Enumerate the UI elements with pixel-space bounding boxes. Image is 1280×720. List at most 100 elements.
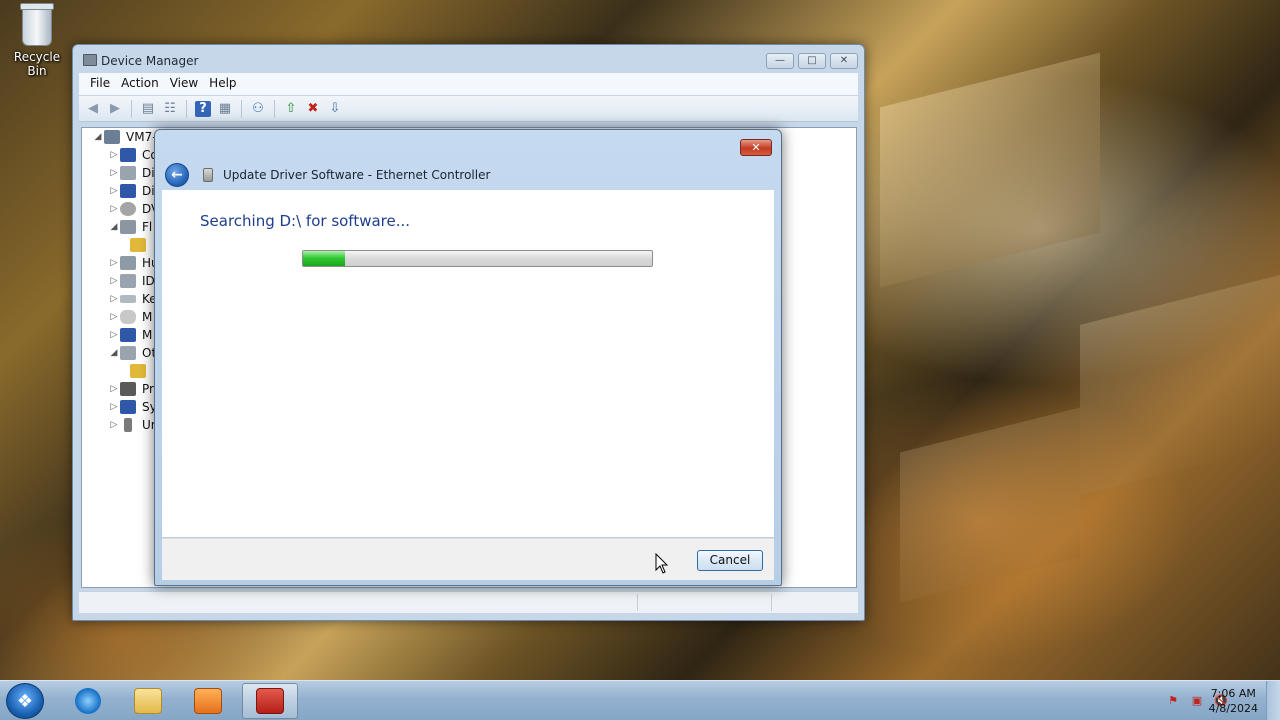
wallpaper-panel bbox=[900, 407, 1080, 603]
tree-item[interactable]: ◢ Fl bbox=[108, 218, 152, 236]
start-button[interactable]: ❖ bbox=[6, 683, 44, 719]
close-button[interactable]: ✕ bbox=[830, 53, 858, 69]
tree-item[interactable] bbox=[130, 362, 152, 380]
tree-item[interactable]: ▷ M bbox=[108, 326, 152, 344]
clock[interactable]: 7:06 AM 4/8/2024 bbox=[1209, 686, 1258, 716]
device-manager-toolbox-icon bbox=[256, 688, 284, 714]
taskbar-file-explorer[interactable] bbox=[120, 683, 176, 719]
hid-icon bbox=[120, 256, 136, 270]
expand-arrow-icon[interactable]: ▷ bbox=[108, 186, 120, 196]
disk-drive-icon bbox=[120, 166, 136, 180]
wallpaper-panel bbox=[880, 52, 1100, 288]
status-bar bbox=[79, 591, 858, 613]
expand-arrow-icon[interactable]: ▷ bbox=[108, 384, 120, 394]
tree-item[interactable]: ▷ Pr bbox=[108, 380, 154, 398]
display-adapter-icon bbox=[120, 184, 136, 198]
back-arrow-icon[interactable]: ◀ bbox=[85, 101, 101, 117]
computer-icon bbox=[120, 148, 136, 162]
menu-view[interactable]: View bbox=[167, 73, 206, 95]
update-driver-dialog: ✕ ← Update Driver Software - Ethernet Co… bbox=[154, 129, 782, 586]
dialog-close-button[interactable]: ✕ bbox=[740, 139, 772, 156]
disable-device-icon[interactable]: ⇩ bbox=[327, 101, 343, 117]
tree-item[interactable]: ▷ Hu bbox=[108, 254, 159, 272]
toolbar: ◀ ▶ ▤ ☷ ? ▦ ⚇ ⇧ ✖ ⇩ bbox=[79, 96, 858, 122]
expand-arrow-icon[interactable]: ▷ bbox=[108, 276, 120, 286]
tree-item-label: ID bbox=[142, 274, 155, 288]
menu-help[interactable]: Help bbox=[206, 73, 244, 95]
menu-file[interactable]: File bbox=[87, 73, 118, 95]
ide-controller-icon bbox=[120, 274, 136, 288]
clock-time: 7:06 AM bbox=[1210, 687, 1256, 700]
action-center-flag-icon[interactable]: ⚑ bbox=[1166, 694, 1180, 708]
forward-arrow-icon[interactable]: ▶ bbox=[107, 101, 123, 117]
minimize-button[interactable]: — bbox=[766, 53, 794, 69]
tree-item[interactable]: ▷ Ke bbox=[108, 290, 157, 308]
uninstall-icon[interactable]: ✖ bbox=[305, 101, 321, 117]
tree-item[interactable]: ▷ M bbox=[108, 308, 152, 326]
system-devices-icon bbox=[120, 400, 136, 414]
show-hide-tree-icon[interactable]: ▤ bbox=[140, 101, 156, 117]
collapse-arrow-icon[interactable]: ◢ bbox=[92, 132, 104, 142]
tree-item[interactable]: ▷ Sy bbox=[108, 398, 157, 416]
tree-item[interactable]: ▷ Co bbox=[108, 146, 158, 164]
expand-arrow-icon[interactable]: ▷ bbox=[108, 294, 120, 304]
tree-item-label: Pr bbox=[142, 382, 154, 396]
warning-device-icon bbox=[130, 364, 146, 378]
windows-logo-icon: ❖ bbox=[16, 690, 34, 712]
dialog-title: Update Driver Software - Ethernet Contro… bbox=[223, 168, 491, 182]
network-disconnected-icon[interactable]: ▣ bbox=[1190, 694, 1204, 708]
usb-icon bbox=[124, 418, 132, 432]
expand-arrow-icon[interactable]: ▷ bbox=[108, 258, 120, 268]
tree-item[interactable]: ▷ DV bbox=[108, 200, 159, 218]
searching-heading: Searching D:\ for software... bbox=[200, 212, 411, 230]
cancel-button[interactable]: Cancel bbox=[697, 550, 763, 571]
tree-item-label: Fl bbox=[142, 220, 153, 234]
view-icon[interactable]: ▦ bbox=[217, 101, 233, 117]
dialog-header: ← Update Driver Software - Ethernet Cont… bbox=[162, 160, 774, 190]
wallpaper-panel bbox=[1080, 275, 1280, 495]
recycle-bin-label: Recycle Bin bbox=[13, 50, 61, 78]
tree-item-label: Di bbox=[142, 184, 155, 198]
warning-device-icon bbox=[130, 238, 146, 252]
dialog-body: Searching D:\ for software... bbox=[162, 190, 774, 537]
floppy-controller-icon bbox=[120, 220, 136, 234]
tree-root[interactable]: ◢ VM7- bbox=[92, 128, 157, 146]
dvd-drive-icon bbox=[120, 202, 136, 216]
expand-arrow-icon[interactable]: ▷ bbox=[108, 402, 120, 412]
back-button[interactable]: ← bbox=[165, 163, 189, 187]
processor-icon bbox=[120, 382, 136, 396]
dialog-footer: Cancel bbox=[162, 538, 774, 580]
taskbar-internet-explorer[interactable] bbox=[60, 683, 116, 719]
expand-arrow-icon[interactable]: ▷ bbox=[108, 204, 120, 214]
properties-icon[interactable]: ☷ bbox=[162, 101, 178, 117]
computer-icon bbox=[104, 130, 120, 144]
expand-arrow-icon[interactable]: ▷ bbox=[108, 330, 120, 340]
maximize-button[interactable]: □ bbox=[798, 53, 826, 69]
taskbar-device-manager[interactable] bbox=[242, 683, 298, 719]
recycle-bin-desktop-icon[interactable]: Recycle Bin bbox=[4, 3, 70, 78]
collapse-arrow-icon[interactable]: ◢ bbox=[108, 348, 120, 358]
expand-arrow-icon[interactable]: ▷ bbox=[108, 312, 120, 322]
help-icon[interactable]: ? bbox=[195, 100, 211, 117]
taskbar: ❖ ⚑ ▣ 🔇 7:06 AM 4/8/2024 bbox=[0, 680, 1280, 720]
tree-item[interactable]: ▷ Di bbox=[108, 164, 155, 182]
collapse-arrow-icon[interactable]: ◢ bbox=[108, 222, 120, 232]
progress-fill bbox=[303, 251, 345, 266]
device-manager-titlebar[interactable]: Device Manager — □ ✕ bbox=[73, 45, 864, 75]
tree-item[interactable]: ▷ Di bbox=[108, 182, 155, 200]
mouse-icon bbox=[120, 310, 136, 324]
menu-bar: File Action View Help bbox=[79, 73, 858, 95]
recycle-bin-icon bbox=[20, 3, 54, 46]
expand-arrow-icon[interactable]: ▷ bbox=[108, 168, 120, 178]
tree-item[interactable] bbox=[130, 236, 152, 254]
tree-item[interactable]: ▷ Ur bbox=[108, 416, 156, 434]
menu-action[interactable]: Action bbox=[118, 73, 167, 95]
scan-hardware-icon[interactable]: ⚇ bbox=[250, 101, 266, 117]
expand-arrow-icon[interactable]: ▷ bbox=[108, 150, 120, 160]
taskbar-media-player[interactable] bbox=[180, 683, 236, 719]
expand-arrow-icon[interactable]: ▷ bbox=[108, 420, 120, 430]
show-desktop-button[interactable] bbox=[1266, 681, 1280, 720]
tree-item[interactable]: ▷ ID bbox=[108, 272, 155, 290]
tree-item[interactable]: ◢ Ot bbox=[108, 344, 156, 362]
update-driver-icon[interactable]: ⇧ bbox=[283, 101, 299, 117]
